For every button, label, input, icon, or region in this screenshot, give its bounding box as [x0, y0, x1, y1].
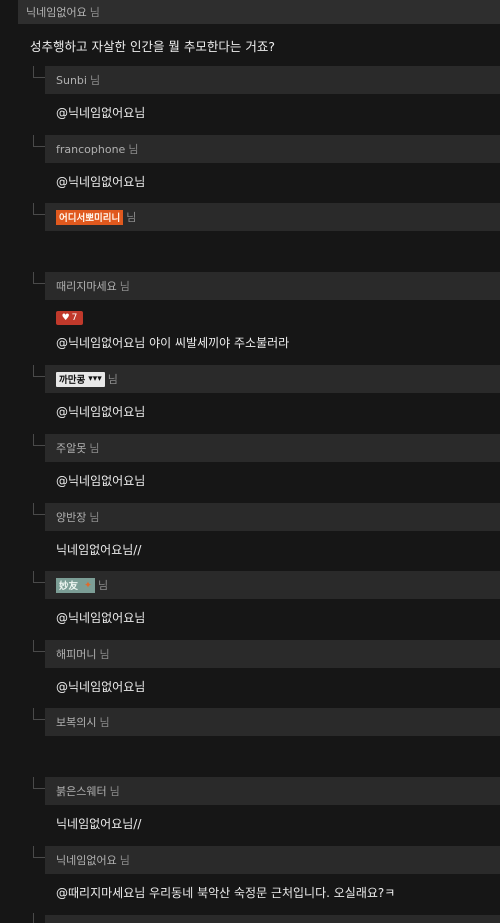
reply-text: @닉네임없어요님 [56, 175, 146, 189]
bear-icon: ▾▾▾ [88, 374, 102, 384]
post-text: 성추행하고 자살한 인간을 뭘 추모한다는 거죠? [30, 39, 276, 54]
reply-connector [33, 777, 45, 789]
nickname-image-text: 까만콩 [59, 375, 86, 386]
reply-header: 妙友 ✦ 님 [45, 571, 500, 599]
reply-author[interactable]: 붉은스웨터 [56, 783, 107, 799]
post-author[interactable]: 닉네임없어요 [26, 4, 87, 20]
reply-author[interactable]: 때리지마세요 [56, 278, 117, 294]
reply-text: @닉네임없어요님 [56, 680, 146, 694]
reply-author[interactable]: francophone [56, 143, 125, 156]
reply-author-suffix: 님 [89, 442, 100, 455]
reply-author-suffix: 님 [99, 716, 110, 729]
reply-connector [33, 846, 45, 858]
reply-text: @닉네임없어요님 [56, 611, 146, 625]
nickname-image[interactable]: 까만콩 ▾▾▾ [56, 371, 105, 387]
fox-icon: ✦ [84, 579, 92, 591]
reply-connector [33, 272, 45, 284]
reply-author[interactable]: 양반장 [56, 509, 86, 525]
reply-author[interactable]: 닉네임없어요 [56, 852, 117, 868]
reply-author[interactable]: 주알못 [56, 440, 86, 456]
reply-text: @닉네임없어요님 [56, 106, 146, 120]
reply-author-suffix: 님 [128, 143, 139, 156]
reply-text: @닉네임없어요님 야이 씨발세끼야 주소불러라 [56, 336, 290, 350]
reply-text: @때리지마세요님 우리동네 북악산 숙정문 근처입니다. 오실래요?ㅋ [56, 886, 396, 900]
reply-connector [33, 503, 45, 515]
reply-author-suffix: 님 [89, 74, 101, 87]
reply-connector [33, 571, 45, 583]
reply-header: 닉네임없어요 님 [45, 846, 500, 874]
reply-author-suffix: 님 [89, 511, 100, 524]
reply-author-suffix: 님 [97, 579, 109, 592]
heart-icon: ♥ [61, 313, 70, 323]
reply-connector [33, 135, 45, 147]
reply-connector [33, 913, 34, 923]
reply-connector [33, 365, 45, 377]
reply-header: 어디서뽀미리니 님 [45, 203, 500, 231]
reply-header: 해피머니 님 [45, 640, 500, 668]
post-author-suffix: 님 [89, 6, 100, 19]
reply-author-suffix: 님 [119, 854, 130, 867]
reply-connector [33, 203, 45, 215]
reply-author-suffix: 님 [109, 785, 120, 798]
reply-author-suffix: 님 [99, 648, 110, 661]
reply-header: 때리지마세요 님 [45, 272, 500, 300]
reply-header: 보복의시 님 [45, 708, 500, 736]
reply-text: 닉네임없어요님// [56, 543, 142, 557]
reply-connector [33, 640, 45, 652]
reply-header: 양반장 님 [45, 503, 500, 531]
reply-author-suffix: 님 [107, 373, 118, 386]
nickname-image[interactable]: 妙友 ✦ [56, 577, 95, 593]
reply-author[interactable]: Sunbi [56, 74, 87, 87]
reply-connector [33, 708, 45, 720]
reply-connector [33, 434, 45, 446]
reply-author[interactable]: 보복의시 [56, 714, 96, 730]
reply-header: 주알못 님 [45, 434, 500, 462]
reply-header: francophone 님 [45, 135, 500, 163]
post-header: 닉네임없어요 님 [18, 0, 500, 24]
reply-header: 붉은스웨터 님 [45, 777, 500, 805]
reply-author[interactable]: 해피머니 [56, 646, 96, 662]
reply-header: Sunbi 님 [45, 66, 500, 94]
like-badge[interactable]: ♥ 7 [56, 311, 83, 325]
reply-text: @닉네임없어요님 [56, 405, 146, 419]
reply-text: 닉네임없어요님// [56, 817, 142, 831]
reply-header [45, 915, 500, 923]
reply-header: 까만콩 ▾▾▾ 님 [45, 365, 500, 393]
like-count: 7 [71, 313, 78, 323]
reply-text: @닉네임없어요님 [56, 474, 146, 488]
nickname-image[interactable]: 어디서뽀미리니 [56, 209, 124, 225]
reply-author-suffix: 님 [119, 280, 130, 293]
reply-author-suffix: 님 [126, 211, 137, 224]
nickname-image-text: 妙友 [59, 581, 79, 592]
reply-connector [33, 66, 45, 78]
